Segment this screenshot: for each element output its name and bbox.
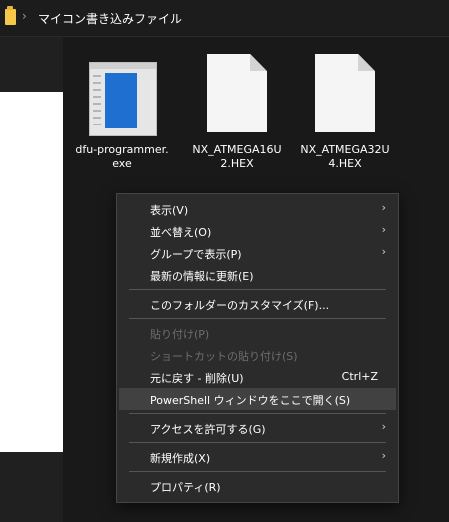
navigation-pane[interactable]	[0, 37, 63, 522]
shortcut-label: Ctrl+Z	[341, 370, 378, 383]
menu-item-group-by[interactable]: グループで表示(P) ›	[119, 242, 396, 264]
chevron-right-icon: ›	[381, 449, 386, 462]
chevron-right-icon: ›	[381, 245, 386, 258]
menu-item-paste-shortcut: ショートカットの貼り付け(S)	[150, 350, 298, 363]
menu-item-undo-delete[interactable]: 元に戻す - 削除(U) Ctrl+Z	[119, 366, 396, 388]
address-bar[interactable]: › マイコン書き込みファイル	[0, 0, 449, 37]
menu-item-new[interactable]: 新規作成(X) ›	[119, 446, 396, 468]
menu-separator	[129, 471, 386, 472]
preview-pane	[0, 92, 63, 452]
menu-separator	[129, 413, 386, 414]
breadcrumb-separator-icon[interactable]: ›	[22, 9, 27, 23]
menu-item-give-access[interactable]: アクセスを許可する(G) ›	[119, 417, 396, 439]
menu-item-open-powershell[interactable]: PowerShell ウィンドウをここで開く(S)	[119, 388, 396, 410]
context-menu[interactable]: 表示(V) › 並べ替え(O) › グループで表示(P) › 最新の情報に更新(…	[116, 193, 399, 503]
hex-file-icon[interactable]	[315, 54, 375, 132]
menu-separator	[129, 442, 386, 443]
menu-separator	[129, 318, 386, 319]
menu-item-view[interactable]: 表示(V) ›	[119, 198, 396, 220]
chevron-right-icon: ›	[381, 201, 386, 214]
menu-item-paste: 貼り付け(P)	[150, 328, 210, 341]
file-name-label[interactable]: NX_ATMEGA16U 2.HEX	[182, 143, 292, 171]
chevron-right-icon: ›	[381, 223, 386, 236]
menu-item-customize-folder[interactable]: このフォルダーのカスタマイズ(F)...	[119, 293, 396, 315]
file-name-label[interactable]: dfu-programmer. exe	[67, 143, 177, 171]
breadcrumb-current-folder[interactable]: マイコン書き込みファイル	[38, 10, 182, 27]
file-name-label[interactable]: NX_ATMEGA32U 4.HEX	[290, 143, 400, 171]
hex-file-icon[interactable]	[207, 54, 267, 132]
menu-separator	[129, 289, 386, 290]
chevron-right-icon: ›	[381, 420, 386, 433]
menu-item-refresh[interactable]: 最新の情報に更新(E)	[119, 264, 396, 286]
menu-item-properties[interactable]: プロパティ(R)	[119, 475, 396, 497]
exe-app-icon[interactable]	[89, 62, 157, 136]
menu-item-sort[interactable]: 並べ替え(O) ›	[119, 220, 396, 242]
folder-icon	[5, 6, 16, 25]
